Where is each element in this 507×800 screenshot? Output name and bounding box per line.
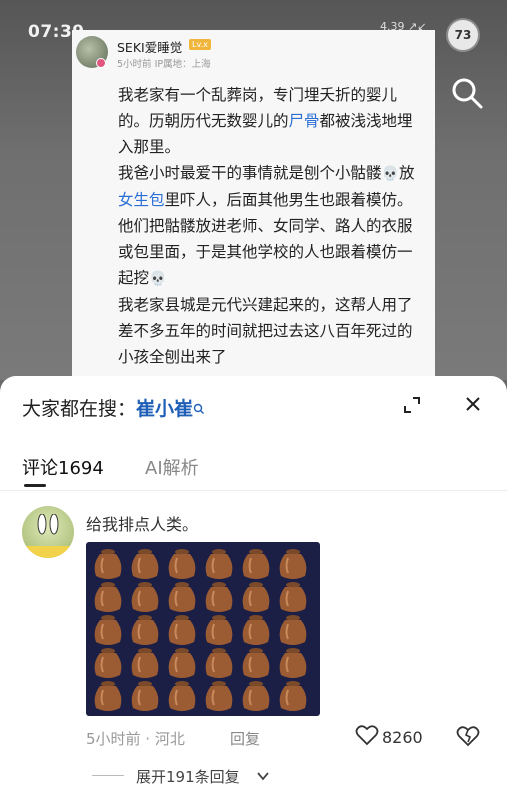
comment-sheet: 大家都在搜：崔小崔 评论1694 AI解析 给我排点人类。 5小时前 · 河北 … xyxy=(0,376,507,800)
expand-replies-button[interactable]: 展开191条回复 xyxy=(136,766,240,787)
post-paragraph: 我老家县城是元代兴建起来的，这帮人用了差不多五年的时间就把过去这八百年死过的小孩… xyxy=(118,296,413,366)
tab-comments[interactable]: 评论1694 xyxy=(22,454,104,480)
reply-button[interactable]: 回复 xyxy=(230,728,260,749)
heart-icon[interactable] xyxy=(355,724,379,746)
search-icon xyxy=(193,403,205,414)
gender-dot xyxy=(96,58,106,68)
comment-image[interactable] xyxy=(86,542,320,716)
post-paragraph: 我老家有一个乱葬岗，专门埋夭折的婴儿的。历朝历代无数婴儿的尸骨都被浅浅地埋入那里… xyxy=(118,86,413,156)
comment-time-location: 5小时前 · 河北 xyxy=(86,730,185,748)
jars-image xyxy=(93,548,308,712)
broken-heart-icon[interactable] xyxy=(456,724,480,748)
skull-icon: 💀 xyxy=(149,271,167,287)
post-link[interactable]: 女生包 xyxy=(118,191,165,209)
commenter-avatar[interactable] xyxy=(22,506,74,558)
comment-text: 给我排点人类。 xyxy=(86,515,199,534)
post-header: SEKI爱睡觉 Lv.x 5小时前 IP属地：上海 xyxy=(72,30,435,74)
avatar-caption xyxy=(22,546,74,558)
post-meta: 5小时前 IP属地：上海 xyxy=(117,59,211,70)
tab-ai-analysis[interactable]: AI解析 xyxy=(145,454,199,480)
post-link[interactable]: 尸骨 xyxy=(289,112,320,130)
search-icon[interactable] xyxy=(450,76,484,110)
skull-icon: 💀 xyxy=(381,166,399,182)
rabbit-icon xyxy=(37,514,59,535)
post-paragraph: 我爸小时最爱干的事情就是刨个小骷髅💀放女生包里吓人，后面其他男生也跟着模仿。他们… xyxy=(118,164,415,287)
notification-badge[interactable]: 73 xyxy=(448,20,478,50)
level-badge: Lv.x xyxy=(189,39,211,50)
like-count: 8260 xyxy=(382,728,423,747)
hot-search[interactable]: 大家都在搜：崔小崔 xyxy=(22,394,205,421)
post-body: 我老家有一个乱葬岗，专门埋夭折的婴儿的。历朝历代无数婴儿的尸骨都被浅浅地埋入那里… xyxy=(118,82,423,370)
hot-search-term[interactable]: 崔小崔 xyxy=(136,398,193,420)
divider xyxy=(92,775,124,776)
expand-icon[interactable] xyxy=(402,395,422,415)
post-username[interactable]: SEKI爱睡觉 xyxy=(117,37,182,56)
tab-indicator xyxy=(24,484,46,487)
divider xyxy=(0,490,507,491)
close-icon[interactable] xyxy=(462,393,484,415)
post-card[interactable]: SEKI爱睡觉 Lv.x 5小时前 IP属地：上海 我老家有一个乱葬岗，专门埋夭… xyxy=(72,30,435,380)
chevron-down-icon[interactable] xyxy=(256,770,270,782)
